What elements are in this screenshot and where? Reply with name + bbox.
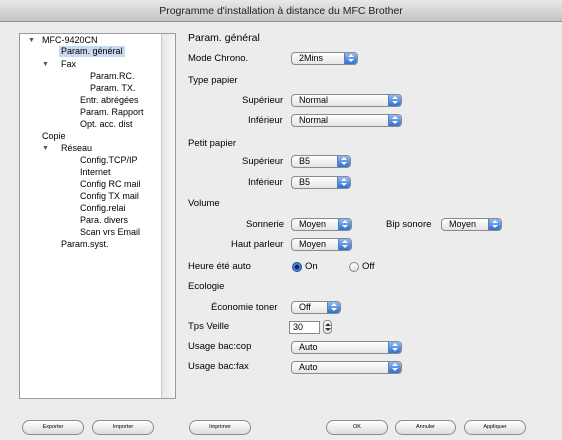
mode-chrono-label: Mode Chrono. xyxy=(188,53,249,64)
tps-veille-stepper[interactable] xyxy=(323,320,332,334)
popup-arrows-icon xyxy=(338,239,351,250)
petit-papier-inferieur-select[interactable]: B5 xyxy=(291,176,351,189)
main-content: ▼ MFC-9420CN Param. général ▼ Fax Param.… xyxy=(0,22,562,440)
settings-tree: ▼ MFC-9420CN Param. général ▼ Fax Param.… xyxy=(19,33,176,399)
heure-ete-label: Heure été auto xyxy=(188,261,251,272)
usage-bac-cop-select[interactable]: Auto xyxy=(291,341,402,354)
tree-item-param-tx[interactable]: Param. TX. xyxy=(90,83,135,94)
haut-parleur-value: Moyen xyxy=(299,239,327,249)
usage-bac-cop-label: Usage bac:cop xyxy=(188,341,252,352)
appliquer-button[interactable]: Appliquer xyxy=(464,420,526,435)
tps-veille-field[interactable]: 30 xyxy=(289,321,320,334)
mode-chrono-value: 2Mins xyxy=(299,53,324,63)
tree-item-config-tcpip[interactable]: Config.TCP/IP xyxy=(80,155,138,166)
petit-papier-superieur-select[interactable]: B5 xyxy=(291,155,351,168)
type-papier-superieur-value: Normal xyxy=(299,95,329,105)
tree-item-copie[interactable]: Copie xyxy=(42,131,66,142)
usage-bac-fax-select[interactable]: Auto xyxy=(291,361,402,374)
disclosure-down-icon[interactable]: ▼ xyxy=(28,35,35,46)
type-papier-superieur-select[interactable]: Normal xyxy=(291,94,402,107)
window-title: Programme d'installation à distance du M… xyxy=(159,5,403,17)
popup-arrows-icon xyxy=(388,115,401,126)
usage-bac-cop-value: Auto xyxy=(299,342,318,352)
popup-arrows-icon xyxy=(388,95,401,106)
tree-item-param-general[interactable]: Param. général xyxy=(59,46,125,57)
economie-toner-value: Off xyxy=(299,302,311,312)
imprimer-button[interactable]: Imprimer xyxy=(189,420,251,435)
petit-papier-superieur-value: B5 xyxy=(299,156,311,166)
tree-item-scan-vrs-email[interactable]: Scan vrs Email xyxy=(80,227,140,238)
petit-papier-label: Petit papier xyxy=(188,138,237,149)
economie-toner-select[interactable]: Off xyxy=(291,301,341,314)
haut-parleur-select[interactable]: Moyen xyxy=(291,238,352,251)
tree-scrollbar[interactable] xyxy=(161,34,175,398)
sonnerie-value: Moyen xyxy=(299,219,327,229)
tree-item-fax[interactable]: Fax xyxy=(61,59,76,70)
type-papier-label: Type papier xyxy=(188,75,238,86)
tree-item-param-syst[interactable]: Param.syst. xyxy=(61,239,109,250)
heure-ete-on-label[interactable]: On xyxy=(305,261,318,273)
popup-arrows-icon xyxy=(327,302,340,313)
ecologie-label: Ecologie xyxy=(188,281,225,292)
tree-item-internet[interactable]: Internet xyxy=(80,167,111,178)
type-papier-inferieur-select[interactable]: Normal xyxy=(291,114,402,127)
petit-papier-inferieur-value: B5 xyxy=(299,177,311,187)
tree-item-config-rc-mail[interactable]: Config RC mail xyxy=(80,179,141,190)
type-papier-inferieur-label: Inférieur xyxy=(248,115,283,126)
importer-button[interactable]: Importer xyxy=(92,420,154,435)
heure-ete-off-label[interactable]: Off xyxy=(362,261,375,273)
tps-veille-label: Tps Veille xyxy=(188,321,230,332)
tree-root[interactable]: MFC-9420CN xyxy=(42,35,98,46)
bip-sonore-value: Moyen xyxy=(449,219,477,229)
heure-ete-on-radio[interactable] xyxy=(292,262,302,272)
petit-papier-superieur-label: Supérieur xyxy=(242,156,284,167)
tree-item-reseau[interactable]: Réseau xyxy=(61,143,92,154)
popup-arrows-icon xyxy=(488,219,501,230)
popup-arrows-icon xyxy=(337,156,350,167)
usage-bac-fax-label: Usage bac:fax xyxy=(188,361,249,372)
volume-label: Volume xyxy=(188,198,220,209)
title-bar: Programme d'installation à distance du M… xyxy=(0,0,562,22)
heure-ete-off-radio[interactable] xyxy=(349,262,359,272)
sonnerie-label: Sonnerie xyxy=(246,219,285,230)
mode-chrono-select[interactable]: 2Mins xyxy=(291,52,358,65)
disclosure-down-icon[interactable]: ▼ xyxy=(42,59,49,70)
haut-parleur-label: Haut parleur xyxy=(231,239,284,250)
tree-item-config-tx-mail[interactable]: Config TX mail xyxy=(80,191,139,202)
popup-arrows-icon xyxy=(344,53,357,64)
bip-sonore-label: Bip sonore xyxy=(386,219,432,230)
tree-item-param-rapport[interactable]: Param. Rapport xyxy=(80,107,144,118)
petit-papier-inferieur-label: Inférieur xyxy=(248,177,283,188)
bip-sonore-select[interactable]: Moyen xyxy=(441,218,502,231)
economie-toner-label: Économie toner xyxy=(211,302,278,313)
tree-item-para-divers[interactable]: Para. divers xyxy=(80,215,128,226)
popup-arrows-icon xyxy=(388,342,401,353)
popup-arrows-icon xyxy=(337,177,350,188)
panel-heading: Param. général xyxy=(188,32,260,44)
disclosure-down-icon[interactable]: ▼ xyxy=(42,143,49,154)
exporter-button[interactable]: Exporter xyxy=(22,420,84,435)
popup-arrows-icon xyxy=(388,362,401,373)
tree-item-param-rc[interactable]: Param.RC. xyxy=(90,71,135,82)
popup-arrows-icon xyxy=(338,219,351,230)
tree-item-config-relai[interactable]: Config.relai xyxy=(80,203,126,214)
type-papier-superieur-label: Supérieur xyxy=(242,95,284,106)
sonnerie-select[interactable]: Moyen xyxy=(291,218,352,231)
tree-item-entr-abregees[interactable]: Entr. abrégées xyxy=(80,95,139,106)
type-papier-inferieur-value: Normal xyxy=(299,115,329,125)
usage-bac-fax-value: Auto xyxy=(299,362,318,372)
tree-item-opt-acc-dist[interactable]: Opt. acc. dist xyxy=(80,119,133,130)
ok-button[interactable]: OK xyxy=(326,420,388,435)
annuler-button[interactable]: Annuler xyxy=(395,420,456,435)
